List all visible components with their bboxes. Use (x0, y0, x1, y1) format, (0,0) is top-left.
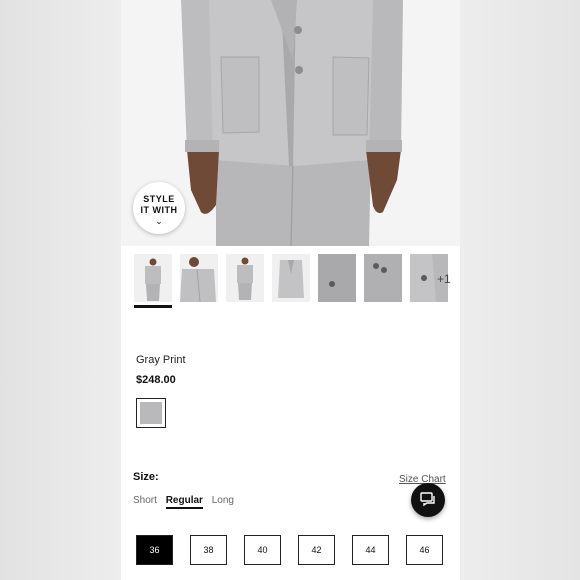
product-price: $248.00 (136, 374, 176, 386)
size-option-44[interactable]: 44 (352, 535, 389, 565)
chevron-down-icon: ⌄ (155, 216, 163, 226)
style-badge-line2: IT WITH (140, 205, 178, 215)
style-badge-line1: STYLE (143, 194, 175, 204)
more-thumbnails-count[interactable]: +1 (437, 272, 451, 286)
swatch-fill (140, 402, 162, 424)
background-right (460, 0, 580, 580)
thumbnail-2[interactable] (180, 254, 218, 302)
fit-short[interactable]: Short (133, 495, 157, 506)
color-swatch-gray[interactable] (136, 398, 166, 428)
size-option-42[interactable]: 42 (298, 535, 335, 565)
product-name: Gray Print (136, 354, 186, 366)
size-label: Size: (133, 471, 159, 483)
size-option-46[interactable]: 46 (406, 535, 443, 565)
product-hero-image[interactable]: STYLE IT WITH ⌄ (121, 0, 460, 246)
style-it-with-button[interactable]: STYLE IT WITH ⌄ (133, 182, 185, 234)
chat-button[interactable] (411, 483, 445, 517)
thumbnail-strip (121, 252, 460, 312)
thumbnail-6[interactable] (364, 254, 402, 302)
size-option-38[interactable]: 38 (190, 535, 227, 565)
fit-long[interactable]: Long (212, 495, 234, 506)
thumbnail-3[interactable] (226, 254, 264, 302)
product-page: STYLE IT WITH ⌄ +1 Gray Print $248.00 Si… (121, 0, 460, 580)
thumbnail-4[interactable] (272, 254, 310, 302)
size-option-36[interactable]: 36 (136, 535, 173, 565)
thumbnail-1[interactable] (134, 254, 172, 302)
chat-bubble-icon (420, 492, 435, 507)
size-options: 36 38 40 42 44 46 (136, 535, 460, 567)
active-thumbnail-indicator (134, 305, 172, 308)
size-option-40[interactable]: 40 (244, 535, 281, 565)
fit-selector: Short Regular Long (133, 495, 240, 509)
fit-regular[interactable]: Regular (165, 495, 203, 509)
thumbnail-5[interactable] (318, 254, 356, 302)
background-left (0, 0, 121, 580)
